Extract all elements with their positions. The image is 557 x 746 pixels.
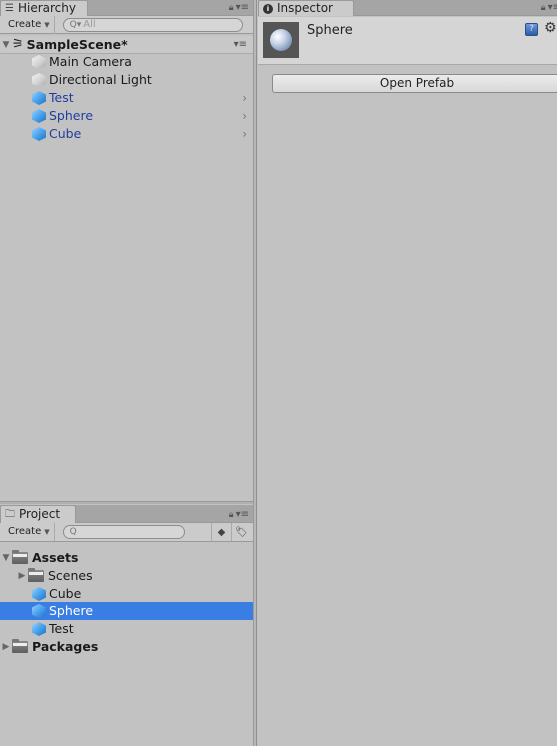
- tab-inspector-label: Inspector: [277, 1, 333, 15]
- create-label: Create: [8, 526, 42, 537]
- filter-by-label-button[interactable]: 🏷︎: [231, 523, 251, 541]
- chevron-right-icon[interactable]: ›: [242, 107, 247, 125]
- inspector-header: Sphere ? ⚙: [258, 17, 557, 65]
- hierarchy-item[interactable]: Main Camera: [32, 53, 253, 71]
- chevron-right-icon[interactable]: ›: [242, 125, 247, 143]
- create-label: Create: [8, 18, 42, 30]
- inspector-tab-menu[interactable]: 🔒︎ ▾≡: [541, 2, 557, 13]
- hierarchy-search-input[interactable]: Q▾ All: [62, 17, 243, 32]
- hierarchy-tab-menu[interactable]: 🔒︎ ▾≡: [229, 2, 249, 13]
- open-prefab-button[interactable]: Open Prefab: [272, 74, 557, 93]
- project-item-label: Cube: [49, 586, 82, 601]
- folder-icon: [12, 639, 28, 653]
- hierarchy-item-label: Test: [49, 90, 74, 105]
- prefab-icon: [32, 604, 46, 618]
- project-item-test[interactable]: Test: [32, 620, 253, 638]
- inspector-panel: i Inspector 🔒︎ ▾≡ Sphere ? ⚙ Open Prefab: [258, 0, 557, 746]
- caret-down-icon: ▼: [44, 528, 50, 536]
- project-tab-menu[interactable]: 🔒︎ ▾≡: [229, 509, 249, 520]
- prefab-icon: [32, 587, 46, 601]
- tab-project[interactable]: 🗀︎ Project: [0, 505, 76, 523]
- context-menu-icon[interactable]: ▾≡: [548, 2, 557, 13]
- project-toolbar: Create ▼ Q ◆ 🏷︎: [0, 523, 253, 542]
- project-item-sphere[interactable]: Sphere: [0, 602, 253, 620]
- search-placeholder: All: [83, 18, 96, 30]
- project-item-label: Assets: [32, 550, 79, 565]
- hierarchy-item-label: Cube: [49, 126, 82, 141]
- context-menu-icon[interactable]: ▾≡: [236, 2, 249, 13]
- context-menu-icon[interactable]: ▾≡: [236, 509, 249, 520]
- tab-project-label: Project: [19, 507, 61, 521]
- lock-icon[interactable]: 🔒︎: [229, 510, 234, 520]
- sphere-icon: [270, 29, 292, 51]
- project-item-packages[interactable]: ▶ Packages: [0, 638, 253, 656]
- project-item-scenes[interactable]: ▶ Scenes: [16, 567, 253, 585]
- hierarchy-toolbar: Create ▼ Q▾ All: [0, 15, 253, 34]
- project-item-label: Scenes: [48, 568, 93, 583]
- project-tabbar: 🗀︎ Project 🔒︎ ▾≡: [0, 505, 253, 523]
- project-item-label: Test: [49, 621, 74, 636]
- tag-icon: 🏷︎: [235, 526, 248, 538]
- open-prefab-label: Open Prefab: [379, 76, 455, 90]
- hierarchy-item[interactable]: Sphere ›: [32, 107, 253, 125]
- prefab-icon: [32, 622, 46, 636]
- folder-icon: [28, 568, 44, 582]
- hierarchy-item[interactable]: Directional Light: [32, 71, 253, 89]
- lock-icon[interactable]: 🔒︎: [541, 3, 546, 13]
- scene-name: SampleScene*: [26, 36, 128, 52]
- hierarchy-panel: ☰ Hierarchy 🔒︎ ▾≡ Create ▼ Q▾ All ▼ ⚞ Sa…: [0, 0, 253, 501]
- folder-icon: 🗀︎: [5, 509, 15, 520]
- info-icon: i: [263, 3, 273, 14]
- hierarchy-item-label: Sphere: [49, 108, 94, 123]
- search-icon: Q: [69, 527, 77, 537]
- object-name: Sphere: [307, 23, 353, 38]
- expand-triangle-icon[interactable]: ▼: [0, 549, 12, 567]
- scene-header[interactable]: ▼ ⚞ SampleScene* ▾≡: [0, 36, 253, 54]
- chevron-right-icon[interactable]: ›: [242, 89, 247, 107]
- project-create-button[interactable]: Create ▼: [0, 523, 55, 541]
- scene-menu-icon[interactable]: ▾≡: [234, 36, 247, 54]
- project-item-label: Packages: [32, 639, 99, 654]
- list-icon: ☰: [5, 3, 14, 14]
- expand-triangle-icon[interactable]: ▼: [0, 36, 12, 54]
- tab-inspector[interactable]: i Inspector: [258, 0, 354, 16]
- unity-scene-icon: ⚞: [12, 36, 24, 52]
- prefab-preview: [263, 22, 299, 58]
- collapse-triangle-icon[interactable]: ▶: [0, 638, 12, 656]
- hierarchy-tabbar: ☰ Hierarchy 🔒︎ ▾≡: [0, 0, 253, 16]
- gameobject-icon: [32, 73, 46, 87]
- search-icon: Q▾: [69, 19, 82, 30]
- hierarchy-create-button[interactable]: Create ▼: [0, 15, 55, 34]
- project-search-input[interactable]: Q: [62, 525, 185, 539]
- gear-icon[interactable]: ⚙: [544, 20, 557, 36]
- project-panel: 🗀︎ Project 🔒︎ ▾≡ Create ▼ Q ◆ 🏷︎ ▼ Asset…: [0, 505, 253, 746]
- project-item-assets[interactable]: ▼ Assets: [0, 549, 253, 567]
- tab-hierarchy[interactable]: ☰ Hierarchy: [0, 0, 88, 16]
- shapes-icon: ◆: [217, 526, 226, 538]
- gameobject-icon: [32, 55, 46, 69]
- lock-icon[interactable]: 🔒︎: [229, 3, 234, 13]
- help-icon[interactable]: ?: [525, 23, 538, 36]
- prefab-icon: [32, 91, 46, 105]
- inspector-tabbar: i Inspector 🔒︎ ▾≡: [258, 0, 557, 16]
- prefab-icon: [32, 109, 46, 123]
- hierarchy-item-label: Main Camera: [49, 54, 132, 69]
- tab-hierarchy-label: Hierarchy: [17, 1, 76, 15]
- hierarchy-item[interactable]: Cube ›: [32, 125, 253, 143]
- filter-by-type-button[interactable]: ◆: [211, 523, 231, 541]
- collapse-triangle-icon[interactable]: ▶: [16, 567, 28, 585]
- panel-splitter-horizontal[interactable]: [0, 501, 253, 504]
- hierarchy-item-label: Directional Light: [49, 72, 152, 87]
- caret-down-icon: ▼: [44, 20, 50, 29]
- project-item-label: Sphere: [49, 603, 94, 618]
- hierarchy-item[interactable]: Test ›: [32, 89, 253, 107]
- project-item-cube[interactable]: Cube: [32, 585, 253, 603]
- folder-icon: [12, 550, 28, 564]
- prefab-icon: [32, 127, 46, 141]
